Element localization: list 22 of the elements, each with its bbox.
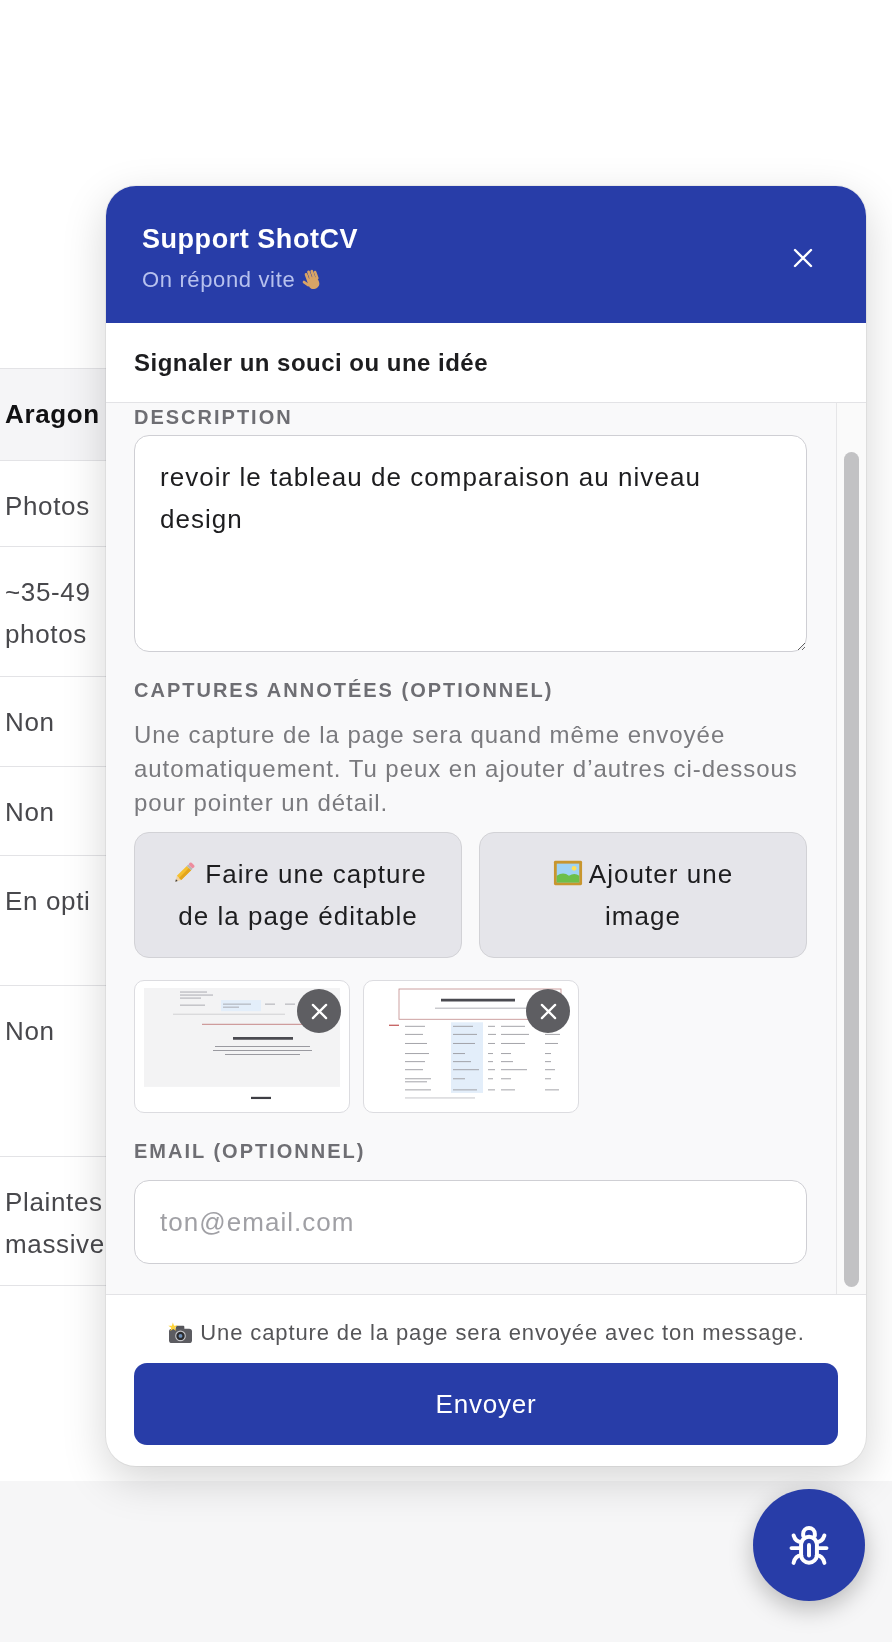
- description-field[interactable]: revoir le tableau de comparaison au niveau design: [134, 435, 807, 652]
- send-button[interactable]: Envoyer: [134, 1363, 838, 1445]
- field-label: DESCRIPTION: [134, 405, 294, 429]
- screenshot-thumbnail[interactable]: [134, 980, 350, 1113]
- field-label: CAPTURES ANNOTÉES (OPTIONNEL): [134, 678, 555, 702]
- framed-picture-icon: [552, 859, 583, 887]
- capture-page-button[interactable]: Faire une capture de la page éditable: [134, 832, 462, 958]
- field-label: EMAIL (OPTIONNEL): [134, 1139, 367, 1163]
- panel-title: Support ShotCV: [142, 222, 359, 256]
- help-text: Une capture de la page sera quand même envoyée automatiquement. Tu peux en ajouter d’autres ci-dessous pour pointer un détail.: [134, 720, 799, 818]
- scrollbar-thumb[interactable]: [844, 452, 859, 1287]
- close-icon: [539, 1002, 557, 1020]
- capture-note: Une capture de la page sera envoyée avec ton message.: [200, 1319, 805, 1347]
- panel-subtitle: On répond vite: [142, 265, 296, 294]
- camera-flash-icon: [167, 1321, 195, 1345]
- remove-button[interactable]: [526, 989, 570, 1033]
- close-icon: [310, 1002, 328, 1020]
- table-header-cell: Aragon: [0, 369, 106, 461]
- email-field[interactable]: ton@email.com: [134, 1180, 807, 1264]
- form-title: Signaler un souci ou une idée: [134, 347, 488, 378]
- screenshot-thumbnail[interactable]: [363, 980, 579, 1113]
- add-image-button[interactable]: Ajouter une image: [479, 832, 807, 958]
